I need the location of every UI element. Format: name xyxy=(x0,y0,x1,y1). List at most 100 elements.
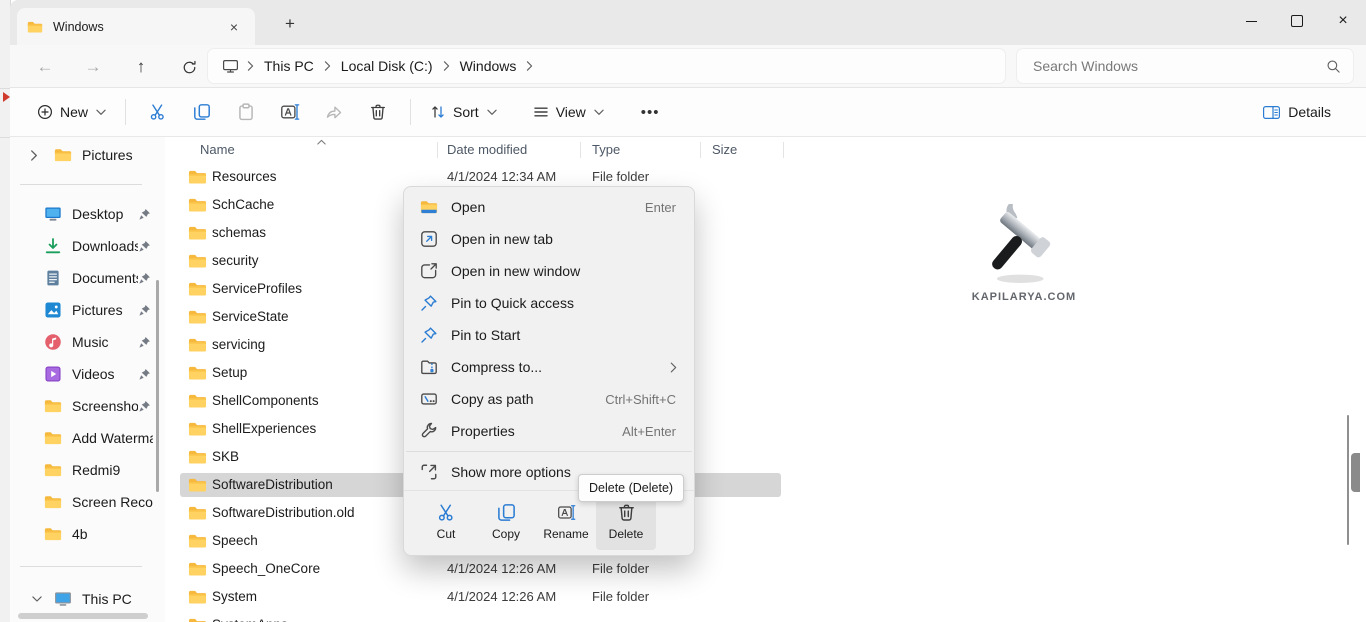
sidebar-item-screenshots[interactable]: Screenshots xyxy=(16,390,153,422)
sidebar-item-this-pc[interactable]: This PC xyxy=(16,583,153,615)
sidebar-item-4b[interactable]: 4b xyxy=(16,518,153,550)
content-scrollbar[interactable] xyxy=(1347,415,1349,545)
chevron-right-icon xyxy=(443,61,450,71)
watermark: KAPILARYA.COM xyxy=(958,204,1090,303)
view-button[interactable]: View xyxy=(524,94,613,130)
file-name: SKB xyxy=(212,449,239,464)
paste-button[interactable] xyxy=(224,94,268,130)
context-menu-item-properties[interactable]: PropertiesAlt+Enter xyxy=(409,415,689,447)
context-menu-item-pin-to-quick-access[interactable]: Pin to Quick access xyxy=(409,287,689,319)
column-header-date[interactable]: Date modified xyxy=(447,142,527,157)
forward-button[interactable]: → xyxy=(78,53,108,81)
sidebar-horizontal-scrollbar[interactable] xyxy=(18,613,148,619)
maximize-icon xyxy=(1291,15,1303,27)
toolbar-separator xyxy=(125,99,126,125)
maximize-button[interactable] xyxy=(1274,0,1320,42)
context-command-label: Copy xyxy=(492,527,520,541)
file-row[interactable]: SoftwareDistribution xyxy=(165,471,1366,499)
file-row[interactable]: SystemApps xyxy=(165,611,1366,622)
breadcrumb-item[interactable]: Local Disk (C:) xyxy=(333,55,441,77)
sidebar-item-music[interactable]: Music xyxy=(16,326,153,358)
delete-button[interactable] xyxy=(356,94,400,130)
context-menu-item-compress-to-[interactable]: Compress to... xyxy=(409,351,689,383)
sidebar-item-documents[interactable]: Documents xyxy=(16,262,153,294)
folder-open-icon xyxy=(420,198,438,216)
file-row[interactable]: security xyxy=(165,247,1366,275)
file-row[interactable]: Speech xyxy=(165,527,1366,555)
folder-icon xyxy=(54,146,72,164)
command-toolbar: New Sort View ••• Details xyxy=(10,88,1366,137)
context-command-copy[interactable]: Copy xyxy=(476,494,536,550)
sidebar-item-desktop[interactable]: Desktop xyxy=(16,198,153,230)
pin-icon xyxy=(138,400,151,413)
file-row[interactable]: SoftwareDistribution.old xyxy=(165,499,1366,527)
minimize-button[interactable] xyxy=(1228,0,1274,42)
more-options-button[interactable]: ••• xyxy=(631,104,670,121)
address-bar[interactable]: This PC Local Disk (C:) Windows xyxy=(208,49,1005,83)
column-header-name[interactable]: Name xyxy=(200,142,235,157)
sort-button[interactable]: Sort xyxy=(421,94,506,130)
file-row[interactable]: Speech_OneCore4/1/2024 12:26 AMFile fold… xyxy=(165,555,1366,583)
breadcrumb-item[interactable]: Windows xyxy=(452,55,525,77)
column-header-size[interactable]: Size xyxy=(712,142,737,157)
file-name: SoftwareDistribution xyxy=(212,477,333,492)
sidebar-separator xyxy=(20,184,142,185)
folder-icon xyxy=(188,533,207,549)
rename-icon xyxy=(280,103,300,121)
share-button[interactable] xyxy=(312,94,356,130)
context-command-rename[interactable]: Rename xyxy=(536,494,596,550)
close-icon: × xyxy=(1338,13,1347,29)
folder-icon xyxy=(188,309,207,325)
up-button[interactable]: ↑ xyxy=(126,53,156,81)
file-row[interactable]: ShellComponents xyxy=(165,387,1366,415)
content-scrollbar-thumb[interactable] xyxy=(1351,453,1360,492)
sidebar-item-redmi9[interactable]: Redmi9 xyxy=(16,454,153,486)
search-box[interactable]: Search Windows xyxy=(1017,49,1353,83)
file-row[interactable]: Resources4/1/2024 12:34 AMFile folder xyxy=(165,163,1366,191)
cut-button[interactable] xyxy=(136,94,180,130)
rename-button[interactable] xyxy=(268,94,312,130)
chevron-down-icon xyxy=(32,596,42,602)
back-button[interactable]: ← xyxy=(30,53,60,81)
copy-button[interactable] xyxy=(180,94,224,130)
context-menu-item-copy-as-path[interactable]: Copy as pathCtrl+Shift+C xyxy=(409,383,689,415)
file-date-modified: 4/1/2024 12:26 AM xyxy=(447,589,556,604)
file-row[interactable]: Setup xyxy=(165,359,1366,387)
sidebar-item-add-watermark[interactable]: Add Watermark xyxy=(16,422,153,454)
details-pane-button[interactable]: Details xyxy=(1253,94,1340,130)
sidebar-scrollbar[interactable] xyxy=(156,280,159,492)
context-menu-item-open-in-new-tab[interactable]: Open in new tab xyxy=(409,223,689,255)
file-row[interactable]: servicing xyxy=(165,331,1366,359)
breadcrumb-chevron-icon xyxy=(247,61,254,71)
tab-close-icon[interactable]: × xyxy=(223,16,245,38)
sidebar-item-pictures[interactable]: Pictures xyxy=(16,294,153,326)
file-row[interactable]: schemas xyxy=(165,219,1366,247)
pin-icon xyxy=(138,240,151,253)
sidebar-item-screen-recordin[interactable]: Screen Recordin xyxy=(16,486,153,518)
sidebar-item-pictures-tree[interactable]: Pictures xyxy=(16,140,153,170)
file-row[interactable]: System4/1/2024 12:26 AMFile folder xyxy=(165,583,1366,611)
close-button[interactable]: × xyxy=(1320,0,1366,42)
file-row[interactable]: ServiceProfiles xyxy=(165,275,1366,303)
column-header-type[interactable]: Type xyxy=(592,142,620,157)
sidebar-item-downloads[interactable]: Downloads xyxy=(16,230,153,262)
context-command-cut[interactable]: Cut xyxy=(416,494,476,550)
file-row[interactable]: ShellExperiences xyxy=(165,415,1366,443)
context-menu-item-pin-to-start[interactable]: Pin to Start xyxy=(409,319,689,351)
sidebar-item-videos[interactable]: Videos xyxy=(16,358,153,390)
refresh-button[interactable] xyxy=(174,53,204,81)
file-row[interactable]: SKB xyxy=(165,443,1366,471)
file-row[interactable]: ServiceState xyxy=(165,303,1366,331)
context-command-delete[interactable]: Delete xyxy=(596,494,656,550)
folder-icon xyxy=(188,169,207,185)
tab-windows[interactable]: Windows × xyxy=(17,8,255,45)
breadcrumb-item[interactable]: This PC xyxy=(256,55,322,77)
file-date-modified: 4/1/2024 12:26 AM xyxy=(447,561,556,576)
new-button[interactable]: New xyxy=(28,94,115,130)
context-menu-item-open-in-new-window[interactable]: Open in new window xyxy=(409,255,689,287)
file-row[interactable]: SchCache xyxy=(165,191,1366,219)
context-menu-item-open[interactable]: OpenEnter xyxy=(409,191,689,223)
new-tab-button[interactable]: + xyxy=(276,12,304,36)
context-menu-shortcut: Ctrl+Shift+C xyxy=(605,392,676,407)
folder-icon xyxy=(188,281,207,297)
